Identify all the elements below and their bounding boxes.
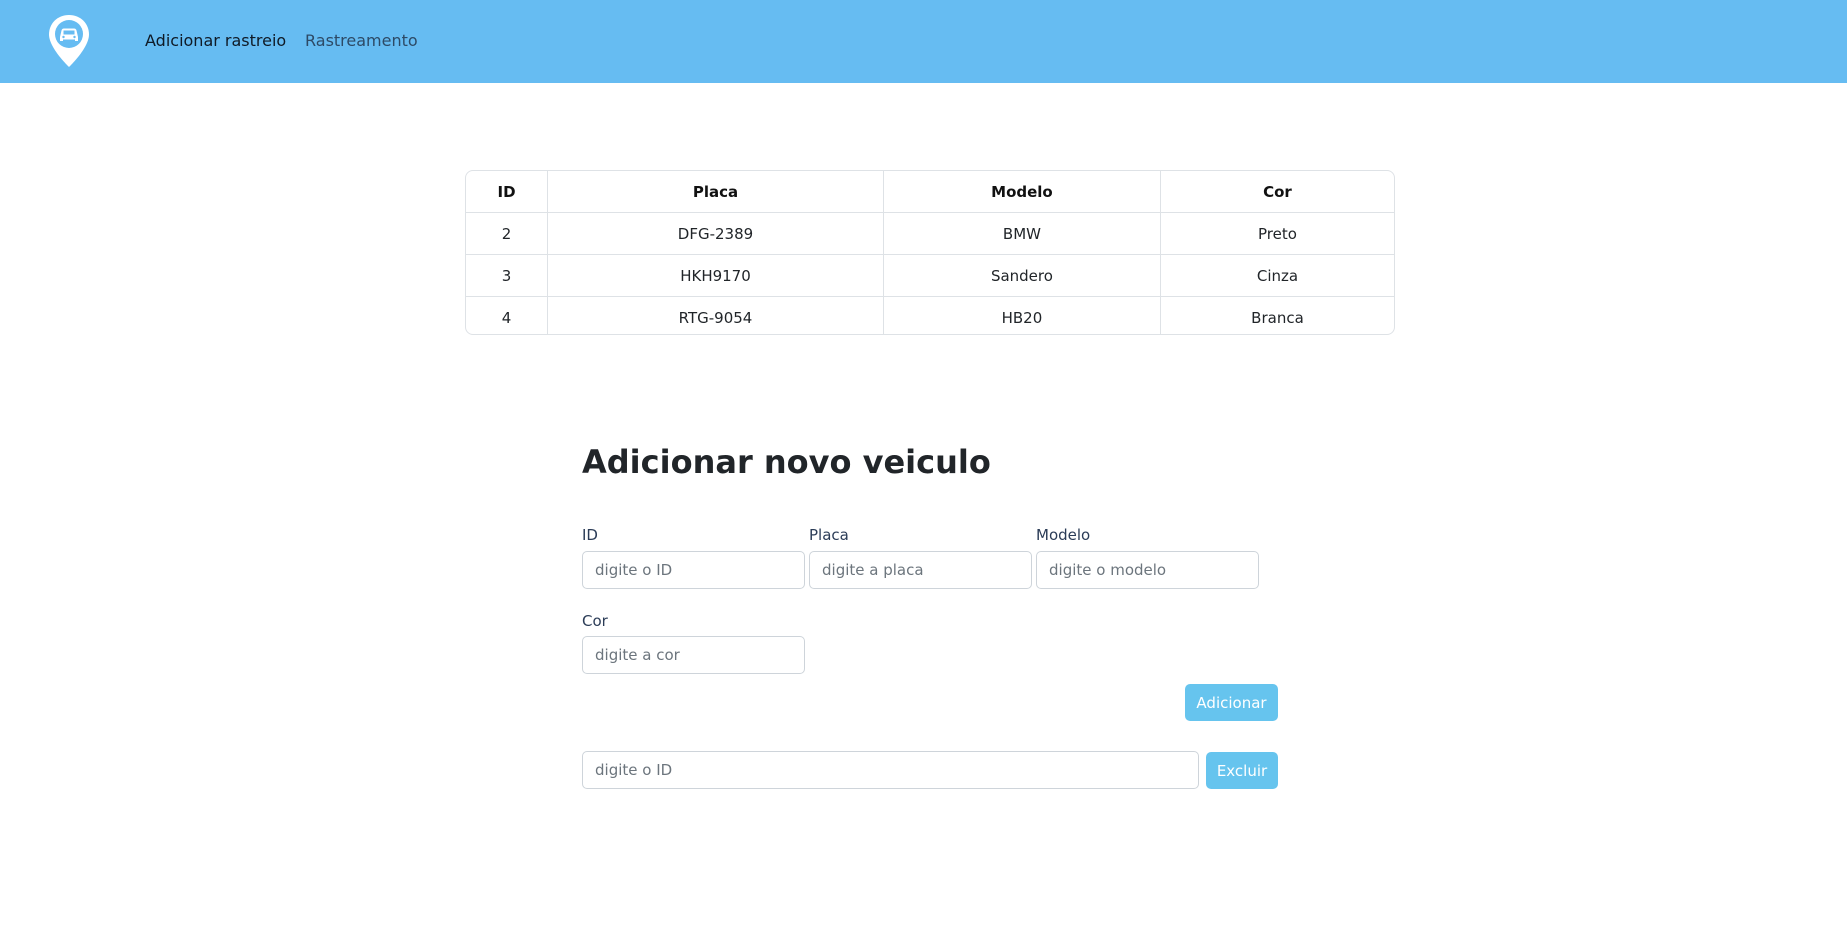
nav-link-adicionar-rastreio[interactable]: Adicionar rastreio: [145, 30, 286, 52]
modelo-input[interactable]: [1036, 551, 1259, 589]
column-header-id: ID: [466, 171, 549, 213]
add-vehicle-button[interactable]: Adicionar: [1185, 684, 1278, 721]
table-row: 2 DFG-2389 BMW Preto: [466, 212, 1394, 255]
cell-modelo: BMW: [882, 212, 1161, 255]
cell-modelo: Sandero: [882, 254, 1161, 297]
top-navbar: Adicionar rastreio Rastreamento: [0, 0, 1847, 83]
cell-id: 3: [466, 254, 549, 297]
cell-cor: Branca: [1159, 296, 1394, 334]
placa-label: Placa: [809, 526, 849, 544]
id-label: ID: [582, 526, 598, 544]
cell-cor: Cinza: [1159, 254, 1394, 297]
car-location-pin-icon[interactable]: [48, 14, 90, 68]
column-header-cor: Cor: [1159, 171, 1394, 213]
modelo-label: Modelo: [1036, 526, 1091, 544]
delete-vehicle-button[interactable]: Excluir: [1206, 752, 1278, 789]
table-row: 3 HKH9170 Sandero Cinza: [466, 254, 1394, 297]
delete-id-input[interactable]: [582, 751, 1199, 789]
cell-modelo: HB20: [882, 296, 1161, 334]
cell-placa: RTG-9054: [547, 296, 884, 334]
cell-cor: Preto: [1159, 212, 1394, 255]
table-header-row: ID Placa Modelo Cor: [466, 171, 1394, 213]
add-vehicle-title: Adicionar novo veiculo: [582, 443, 991, 481]
cell-id: 2: [466, 212, 549, 255]
column-header-modelo: Modelo: [882, 171, 1161, 213]
cell-placa: HKH9170: [547, 254, 884, 297]
nav-link-rastreamento[interactable]: Rastreamento: [305, 30, 418, 52]
cor-input[interactable]: [582, 636, 805, 674]
placa-input[interactable]: [809, 551, 1032, 589]
id-input[interactable]: [582, 551, 805, 589]
table-row: 4 RTG-9054 HB20 Branca: [466, 296, 1394, 334]
cell-placa: DFG-2389: [547, 212, 884, 255]
column-header-placa: Placa: [547, 171, 884, 213]
cell-id: 4: [466, 296, 549, 334]
vehicles-table: ID Placa Modelo Cor 2 DFG-2389 BMW Preto…: [465, 170, 1395, 335]
cor-label: Cor: [582, 612, 608, 630]
